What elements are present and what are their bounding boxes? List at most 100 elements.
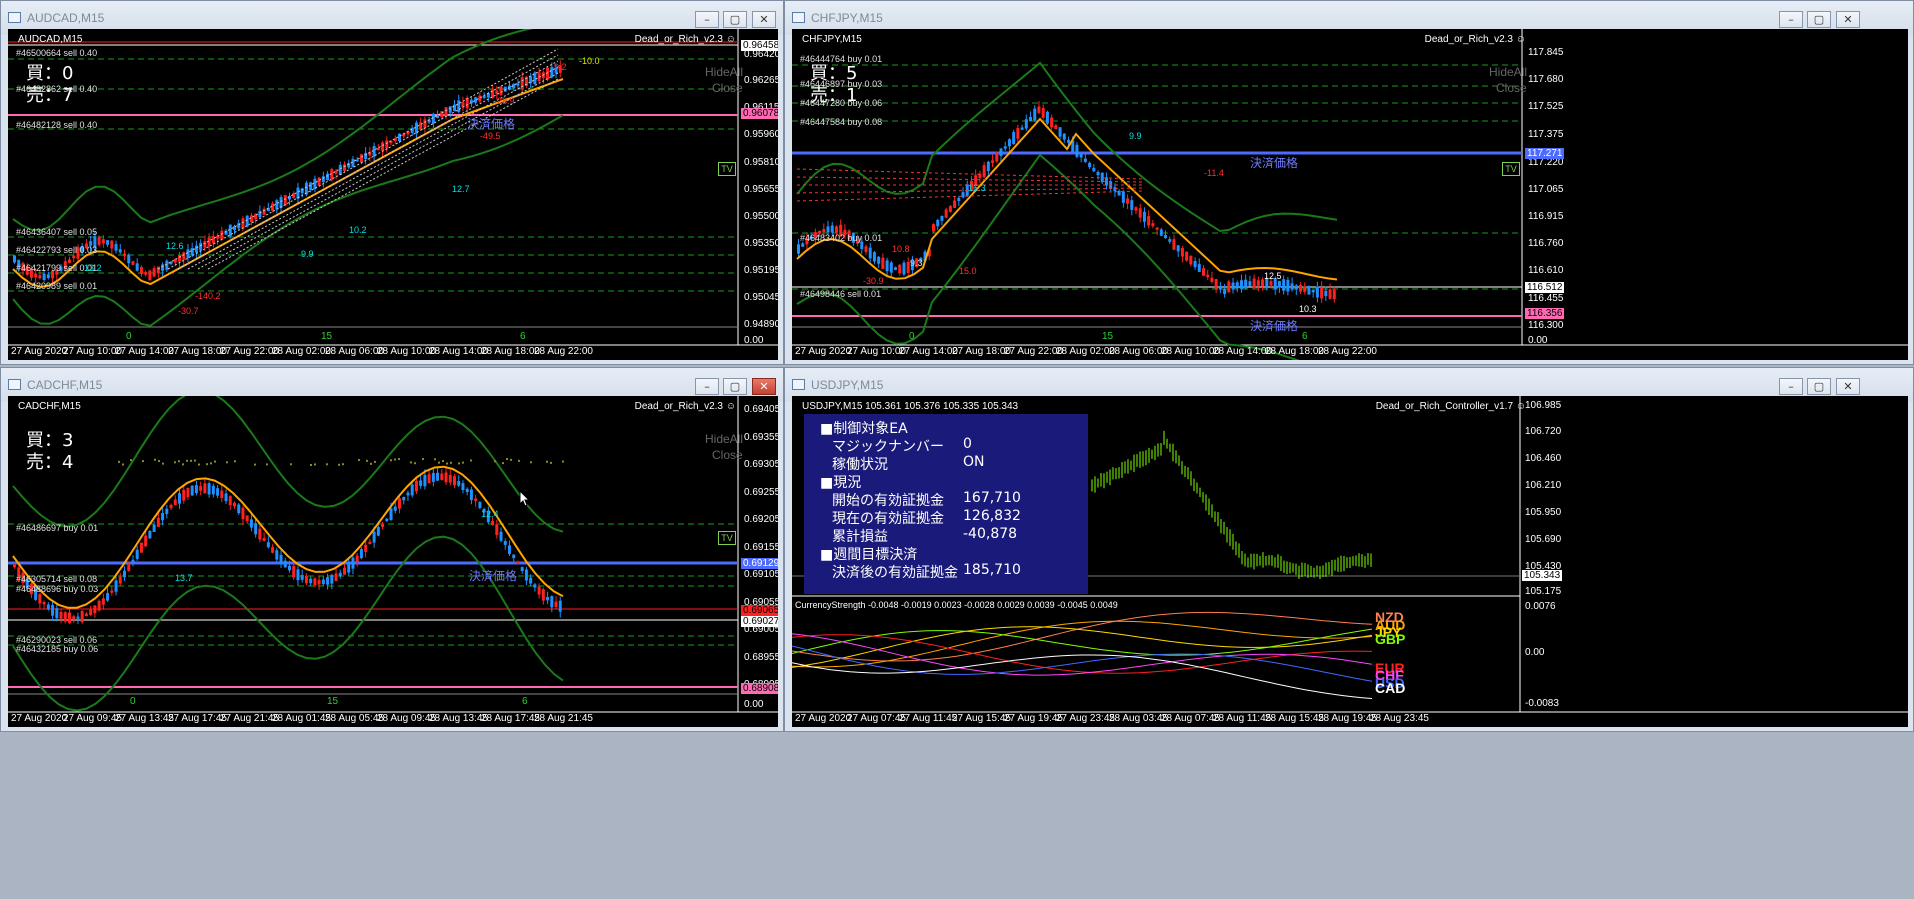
price-tick: 0.95810	[744, 157, 778, 168]
candle	[1328, 289, 1332, 299]
close-all-button[interactable]: Close	[712, 448, 743, 462]
candle	[436, 472, 440, 481]
price-tick: 105.690	[1525, 534, 1562, 545]
candle	[1193, 260, 1197, 268]
maximize-button[interactable]: ▢	[1807, 378, 1831, 395]
tv-button[interactable]: TV	[718, 162, 736, 176]
close-all-button[interactable]: Close	[712, 81, 743, 95]
window-title: AUDCAD,M15	[27, 11, 105, 25]
zone-dot	[122, 463, 124, 466]
close-button[interactable]: ✕	[752, 378, 776, 395]
candle	[216, 236, 220, 239]
current-price-box: 116.512	[1525, 282, 1565, 293]
audcad-chart[interactable]: AUDCAD,M15 Dead_or_Rich_v2.3 ☺ 買：0 売：7 H…	[8, 29, 778, 360]
cadchf-chart[interactable]: CADCHF,M15 Dead_or_Rich_v2.3 ☺ 買：3 売：4 H…	[8, 396, 778, 727]
hide-all-button[interactable]: HideAll	[705, 432, 743, 446]
profit-annotation: 12.7	[452, 184, 470, 194]
index-label: 0	[909, 331, 915, 342]
zone-dot	[394, 458, 396, 461]
price-tick: 105.175	[1525, 586, 1562, 597]
profit-annotation: -10.0	[579, 56, 600, 66]
close-button[interactable]: ✕	[1836, 11, 1860, 28]
current-price-box: 0.96458	[741, 40, 778, 51]
candle	[1307, 286, 1311, 295]
profit-annotation: -49.5	[480, 131, 501, 141]
tv-button[interactable]: TV	[718, 531, 736, 545]
time-tick: 28 Aug 13:45	[429, 713, 488, 724]
chfjpy-plot	[792, 29, 1908, 360]
profit-annotation: -140.2	[195, 291, 221, 301]
settle-price-box: 0.69129	[741, 558, 778, 569]
minimize-button[interactable]: –	[1779, 378, 1803, 395]
zone-dot	[326, 463, 328, 466]
price-tick: 0.69305	[744, 459, 778, 470]
price-tick: 116.915	[1528, 211, 1564, 222]
candle	[495, 524, 499, 535]
tv-button[interactable]: TV	[1502, 162, 1520, 176]
candle	[503, 86, 507, 92]
candle	[1092, 167, 1096, 172]
zone-dot	[310, 463, 312, 466]
maximize-button[interactable]: ▢	[723, 11, 747, 28]
zone-dot	[458, 462, 460, 465]
zone-dot	[450, 461, 452, 464]
zone-dot	[550, 461, 552, 464]
candle	[414, 481, 418, 492]
settle-price-box-2: 116.356	[1525, 308, 1565, 319]
time-tick: 27 Aug 10:00	[63, 346, 122, 357]
candle	[520, 567, 524, 571]
candle	[309, 182, 313, 190]
close-button[interactable]: ✕	[1836, 378, 1860, 395]
candle	[139, 542, 143, 553]
candle	[59, 612, 63, 619]
close-button[interactable]: ✕	[752, 11, 776, 28]
candle	[13, 255, 16, 263]
candle	[266, 542, 270, 548]
candle	[385, 518, 389, 522]
time-tick: 27 Aug 15:45	[952, 713, 1011, 724]
candle	[63, 612, 67, 622]
maximize-button[interactable]: ▢	[1807, 11, 1831, 28]
chfjpy-chart[interactable]: CHFJPY,M15 Dead_or_Rich_v2.3 ☺ 買：5 売：1 H…	[792, 29, 1908, 360]
zone-dot	[162, 462, 164, 465]
minimize-button[interactable]: –	[1779, 11, 1803, 28]
candle	[351, 557, 355, 569]
zone-dot	[546, 460, 548, 463]
time-tick: 27 Aug 13:45	[115, 713, 174, 724]
time-tick: 28 Aug 15:45	[1265, 713, 1324, 724]
candle	[1155, 227, 1159, 230]
usdjpy-chart[interactable]: USDJPY,M15 105.361 105.376 105.335 105.3…	[792, 396, 1908, 727]
panel-label: 開始の有効証拠金	[832, 493, 944, 509]
candle	[1151, 223, 1155, 227]
candle	[801, 243, 805, 247]
candle	[338, 572, 342, 577]
maximize-button[interactable]: ▢	[723, 378, 747, 395]
candle	[326, 577, 330, 585]
price-tick: 0.00	[1528, 335, 1548, 346]
zone-dot	[174, 461, 176, 464]
zone-dot	[410, 461, 412, 464]
candle	[444, 107, 448, 117]
candle	[1239, 280, 1243, 289]
profit-annotation: 13.2	[84, 263, 102, 273]
minimize-button[interactable]: –	[695, 11, 719, 28]
index-label: 0	[126, 331, 132, 342]
time-tick: 27 Aug 22:00	[220, 346, 279, 357]
ea-label: Dead_or_Rich_Controller_v1.7 ☺	[1375, 401, 1526, 412]
cs-label-gbp: GBP	[1375, 631, 1406, 647]
candle	[216, 488, 220, 496]
candle	[165, 508, 169, 514]
candle	[898, 264, 902, 274]
close-all-button[interactable]: Close	[1496, 81, 1527, 95]
candle	[410, 484, 414, 496]
candle	[127, 254, 131, 264]
candle	[249, 519, 253, 528]
candle	[233, 502, 236, 507]
hide-all-button[interactable]: HideAll	[1489, 65, 1527, 79]
cs-tick: -0.0083	[1525, 698, 1559, 709]
minimize-button[interactable]: –	[695, 378, 719, 395]
candle	[372, 531, 376, 543]
hide-all-button[interactable]: HideAll	[705, 65, 743, 79]
time-tick: 27 Aug 21:45	[220, 713, 279, 724]
zone-dot	[370, 462, 372, 465]
